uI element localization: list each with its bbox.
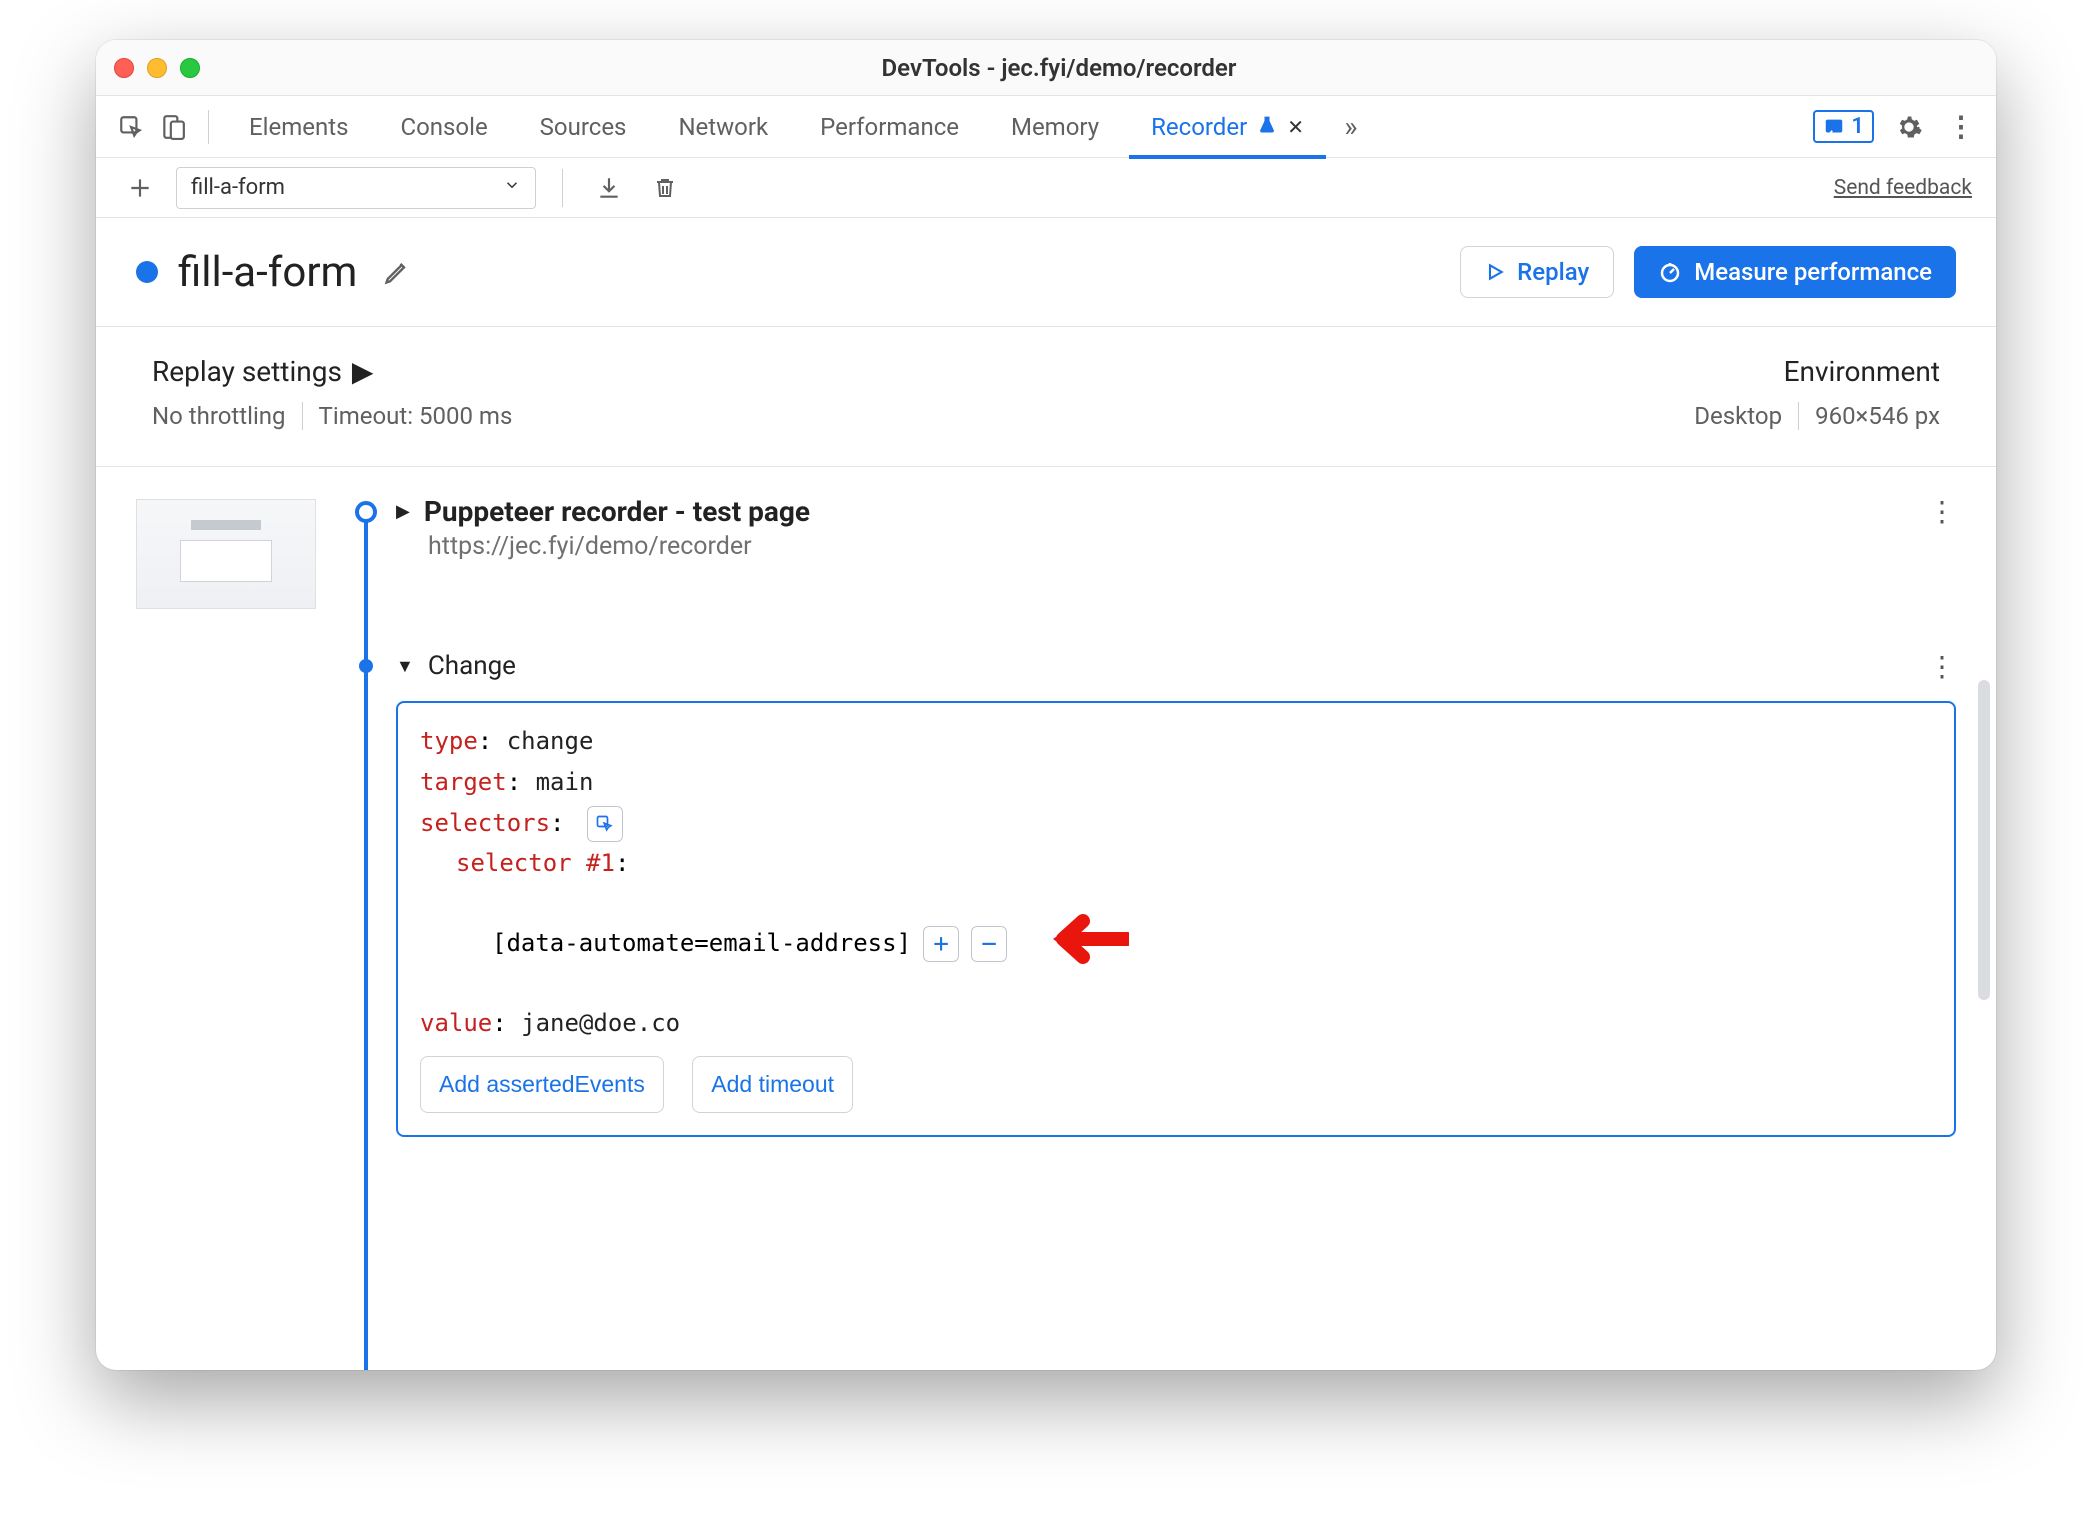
measure-performance-button[interactable]: Measure performance [1634,246,1956,298]
expand-icon: ▼ [396,656,414,677]
recording-header: fill-a-form Replay Measure performance [96,218,1996,327]
selector-picker-icon[interactable] [587,806,623,842]
inspect-icon[interactable] [114,110,148,144]
selector-value[interactable]: [data-automate=email-address] [492,923,911,964]
settings-icon[interactable] [1892,110,1926,144]
titlebar: DevTools - jec.fyi/demo/recorder [96,40,1996,96]
more-tabs-icon[interactable]: » [1334,110,1368,144]
step-url: https://jec.fyi/demo/recorder [428,532,1956,561]
tab-memory[interactable]: Memory [989,96,1121,158]
separator [208,110,209,144]
add-timeout-button[interactable]: Add timeout [692,1056,853,1113]
environment-label: Environment [1784,355,1940,388]
step-menu-icon[interactable]: ⋮ [1928,495,1956,528]
edit-name-icon[interactable] [377,252,417,292]
close-tab-icon[interactable]: ✕ [1287,115,1304,139]
throttling-value: No throttling [152,402,286,430]
flask-icon [1257,113,1277,141]
remove-selector-button[interactable]: − [971,926,1007,962]
chevron-down-icon [503,175,521,200]
tab-network[interactable]: Network [656,96,790,158]
step-change-header[interactable]: ▼ Change ⋮ [396,651,1956,681]
timeline-line [364,513,368,1370]
chevron-right-icon: ▶ [352,355,374,388]
new-recording-icon[interactable] [120,168,160,208]
timeout-value: Timeout: 5000 ms [319,402,513,430]
timeline: ▶ Puppeteer recorder - test page ⋮ https… [346,495,1956,1370]
scrollbar[interactable] [1978,680,1990,1000]
annotation-arrow [1049,884,1129,1003]
replay-settings-toggle[interactable]: Replay settings ▶ [152,355,512,388]
minimize-window[interactable] [147,58,167,78]
page-thumbnail [136,499,316,609]
add-asserted-events-button[interactable]: Add assertedEvents [420,1056,664,1113]
kebab-icon[interactable]: ⋮ [1944,110,1978,144]
tab-sources[interactable]: Sources [518,96,649,158]
replay-button[interactable]: Replay [1460,246,1614,298]
delete-icon[interactable] [645,168,685,208]
recorder-toolbar: fill-a-form Send feedback [96,158,1996,218]
step-navigate[interactable]: ▶ Puppeteer recorder - test page ⋮ [396,495,1956,528]
step-change: ▼ Change ⋮ type: change target: main sel… [396,651,1956,1137]
timeline-node [355,501,377,523]
step-menu-icon[interactable]: ⋮ [1928,650,1956,683]
timeline-node-small [359,659,373,673]
separator [562,169,563,207]
step-details-card: type: change target: main selectors: sel… [396,701,1956,1137]
recording-body: ▶ Puppeteer recorder - test page ⋮ https… [96,467,1996,1370]
send-feedback-link[interactable]: Send feedback [1834,176,1972,200]
close-window[interactable] [114,58,134,78]
main-tabs: Elements Console Sources Network Perform… [96,96,1996,158]
tab-recorder[interactable]: Recorder ✕ [1129,96,1326,158]
device-icon[interactable] [156,110,190,144]
tab-elements[interactable]: Elements [227,96,370,158]
recording-name: fill-a-form [178,248,357,297]
tab-performance[interactable]: Performance [798,96,981,158]
device-value: Desktop [1694,402,1782,430]
recording-select[interactable]: fill-a-form [176,167,536,209]
collapse-icon: ▶ [396,501,410,522]
viewport-value: 960×546 px [1815,402,1940,430]
devtools-window: DevTools - jec.fyi/demo/recorder Element… [96,40,1996,1370]
maximize-window[interactable] [180,58,200,78]
export-icon[interactable] [589,168,629,208]
tab-console[interactable]: Console [378,96,509,158]
add-selector-button[interactable]: + [923,926,959,962]
window-controls [114,58,200,78]
issues-badge[interactable]: 1 [1813,110,1874,143]
record-indicator [136,261,158,283]
window-title: DevTools - jec.fyi/demo/recorder [200,54,1918,82]
settings-row: Replay settings ▶ No throttling Timeout:… [96,327,1996,467]
